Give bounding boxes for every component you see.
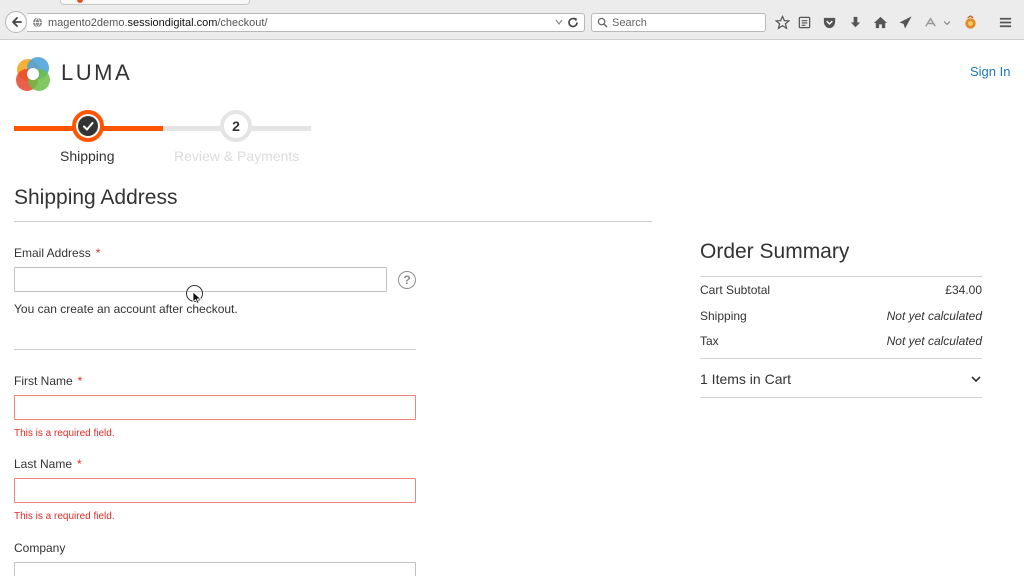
first-name-field[interactable] <box>14 395 416 420</box>
url-prefix: magento2demo. <box>48 17 128 29</box>
email-note: You can create an account after checkout… <box>14 302 238 316</box>
back-arrow-icon <box>12 17 22 27</box>
menu-icon[interactable] <box>997 14 1013 30</box>
summary-label: Shipping <box>700 309 747 323</box>
reading-list-icon[interactable] <box>796 14 812 30</box>
required-marker: * <box>77 457 82 471</box>
last-name-label-text: Last Name <box>14 457 73 471</box>
step-review-indicator: 2 <box>220 110 252 142</box>
summary-value: Not yet calculated <box>886 309 982 323</box>
send-icon[interactable] <box>897 14 913 30</box>
tab-favicon-icon <box>77 0 83 3</box>
chevron-down-icon[interactable] <box>942 14 952 30</box>
company-field[interactable] <box>14 562 416 576</box>
summary-value: Not yet calculated <box>886 334 982 348</box>
step-shipping-indicator <box>72 110 104 142</box>
last-name-label: Last Name * <box>14 457 82 471</box>
last-name-field[interactable] <box>14 478 416 503</box>
chevron-down-icon <box>971 376 981 383</box>
browser-toolbar: magento2demo.sessiondigital.com/checkout… <box>0 0 1024 40</box>
address-bar[interactable]: magento2demo.sessiondigital.com/checkout… <box>27 13 585 32</box>
url-path: /checkout/ <box>217 17 268 29</box>
history-dropdown-icon[interactable] <box>554 16 564 28</box>
form-divider <box>14 349 416 350</box>
addon-icon[interactable] <box>962 14 978 30</box>
brand-name[interactable]: LUMA <box>61 60 132 86</box>
required-marker: * <box>77 374 83 388</box>
bookmark-star-icon[interactable] <box>774 14 790 30</box>
sign-in-link[interactable]: Sign In <box>970 64 1010 79</box>
email-label-text: Email Address <box>14 246 91 260</box>
section-divider <box>14 221 652 222</box>
url-domain: sessiondigital.com <box>127 17 218 29</box>
pocket-icon[interactable] <box>821 14 837 30</box>
summary-label: Tax <box>700 334 719 348</box>
luma-logo-icon[interactable] <box>14 55 52 93</box>
summary-divider <box>700 358 982 359</box>
first-name-label-text: First Name <box>14 374 73 388</box>
order-summary-title: Order Summary <box>700 240 850 263</box>
download-icon[interactable] <box>847 14 863 30</box>
search-bar[interactable]: Search <box>591 13 766 32</box>
search-icon <box>597 17 608 28</box>
items-in-cart-label: 1 Items in Cart <box>700 371 792 387</box>
summary-divider <box>700 276 982 277</box>
browser-tab[interactable] <box>60 0 250 5</box>
checkmark-icon <box>83 122 94 131</box>
company-label: Company <box>14 541 66 555</box>
step-label-shipping[interactable]: Shipping <box>60 148 115 164</box>
summary-value: £34.00 <box>945 283 982 297</box>
first-name-label: First Name * <box>14 374 82 388</box>
reload-icon[interactable] <box>567 16 579 29</box>
url-text: magento2demo.sessiondigital.com/checkout… <box>48 17 268 29</box>
step-number: 2 <box>232 118 240 134</box>
step-label-review: Review & Payments <box>174 148 300 164</box>
shipping-address-title: Shipping Address <box>14 186 178 209</box>
search-placeholder: Search <box>612 17 647 29</box>
back-button[interactable] <box>5 11 27 33</box>
home-icon[interactable] <box>872 14 888 30</box>
first-name-error: This is a required field. <box>14 428 115 439</box>
last-name-error: This is a required field. <box>14 511 115 522</box>
summary-label: Cart Subtotal <box>700 283 771 297</box>
help-icon[interactable]: ? <box>398 271 416 289</box>
email-label: Email Address * <box>14 246 100 260</box>
required-marker: * <box>95 246 101 260</box>
extension-icon[interactable] <box>922 14 938 30</box>
globe-icon <box>32 17 43 28</box>
mouse-pointer-icon <box>192 291 202 305</box>
summary-divider <box>700 397 982 398</box>
items-in-cart-toggle[interactable]: 1 Items in Cart <box>700 371 982 391</box>
